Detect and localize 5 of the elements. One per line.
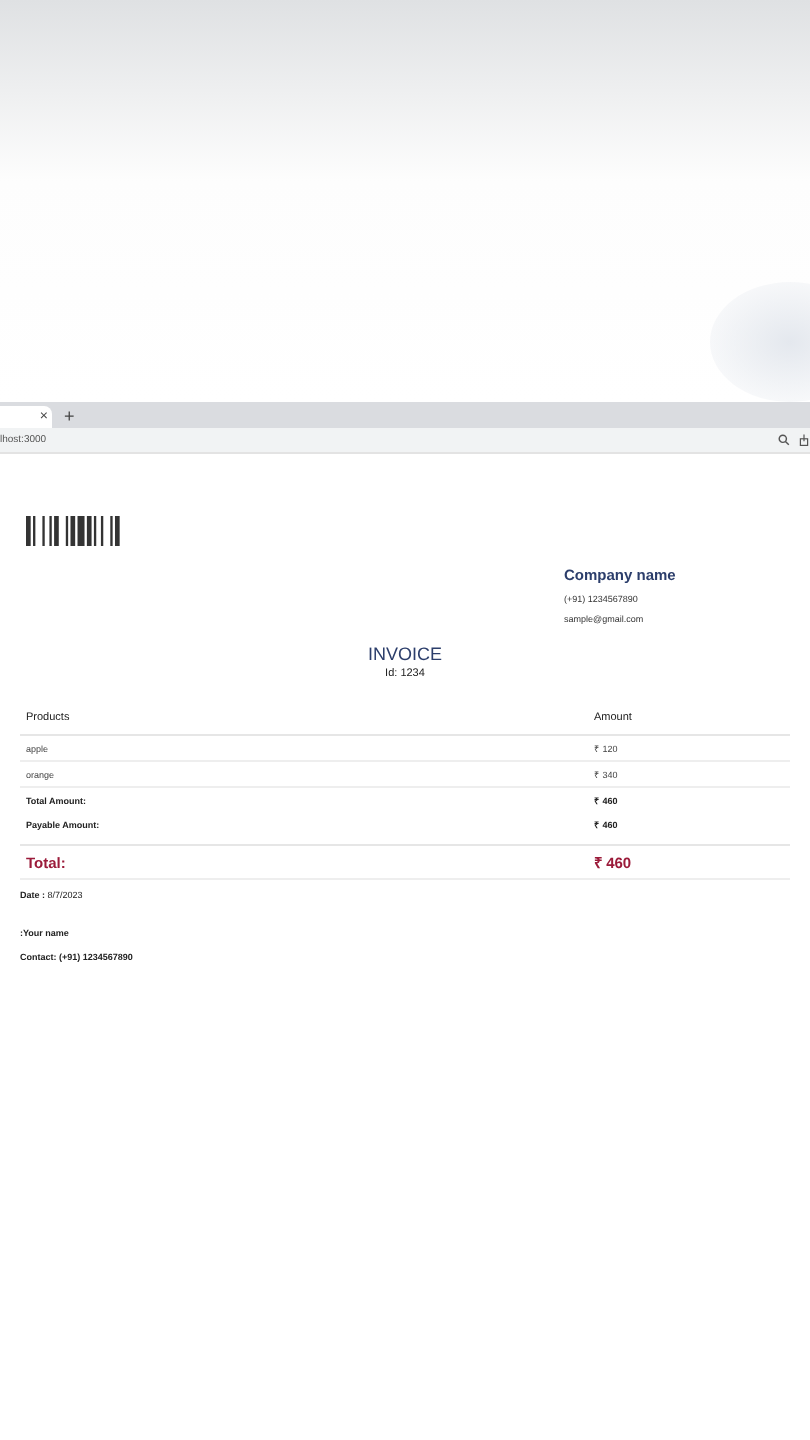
barcode-icon [26, 516, 122, 546]
share-icon[interactable] [798, 434, 810, 446]
new-tab-button[interactable]: + [64, 406, 75, 428]
invoice-title: INVOICE [367, 644, 442, 664]
search-icon[interactable] [778, 434, 790, 446]
